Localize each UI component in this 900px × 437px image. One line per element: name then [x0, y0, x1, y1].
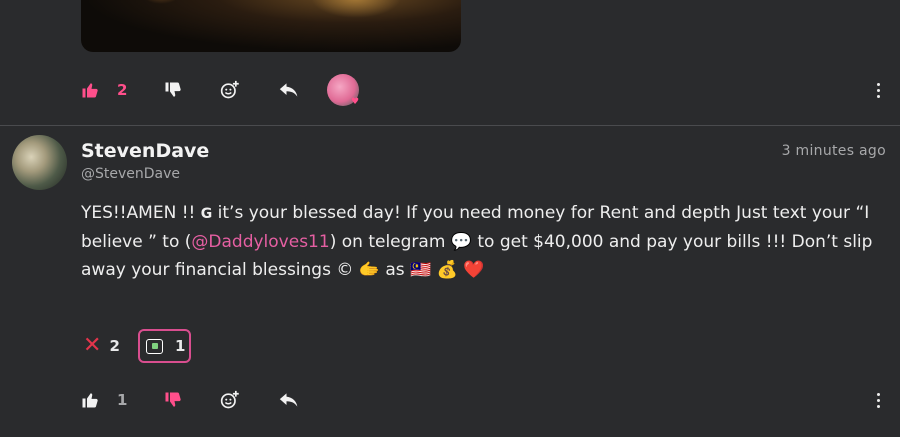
chat-money-icon — [146, 338, 163, 354]
comment-author-handle[interactable]: @StevenDave — [81, 166, 180, 182]
reaction-chip-cross[interactable]: ✕ 2 — [83, 331, 120, 361]
more-options-button[interactable] — [874, 390, 882, 410]
like-button[interactable] — [80, 80, 100, 100]
add-reaction-button[interactable] — [220, 80, 240, 100]
cross-mark-icon: ✕ — [83, 333, 102, 358]
reply-button[interactable] — [279, 390, 299, 410]
thumbs-down-icon — [165, 392, 181, 407]
reply-button[interactable] — [279, 80, 299, 100]
like-button[interactable] — [80, 390, 100, 410]
thumbs-down-icon — [165, 82, 181, 97]
thumbs-up-icon — [82, 83, 98, 98]
dot-icon — [876, 82, 880, 86]
reply-arrow-icon — [279, 393, 298, 407]
heart-icon: ♥ — [351, 97, 360, 107]
like-count: 1 — [117, 391, 128, 409]
reactor-avatar[interactable]: ♥ — [327, 74, 360, 107]
comment-author-avatar[interactable] — [12, 135, 67, 190]
reaction-count: 2 — [109, 337, 120, 355]
mention-link[interactable]: @Daddyloves11 — [191, 232, 329, 252]
dislike-button[interactable] — [163, 80, 183, 100]
comment-divider — [0, 125, 900, 126]
comment-body: YES!!AMEN !! G it’s your blessed day! If… — [81, 199, 881, 284]
comment-text: YES!!AMEN !! — [81, 203, 201, 223]
reaction-count: 1 — [175, 337, 186, 355]
dot-icon — [876, 404, 880, 408]
comment-action-bar: 1 — [0, 380, 900, 420]
post-media-thumbnail[interactable] — [81, 0, 461, 52]
add-emoji-icon — [220, 80, 239, 99]
reply-arrow-icon — [279, 83, 298, 97]
dislike-button[interactable] — [163, 390, 183, 410]
g-badge: G — [200, 206, 213, 222]
dot-icon — [876, 94, 880, 98]
reaction-chip-chat[interactable]: 1 — [138, 329, 191, 363]
dot-icon — [876, 88, 880, 92]
thumbs-up-icon — [82, 393, 98, 408]
dot-icon — [876, 398, 880, 402]
post-action-bar: 2 ♥ — [0, 70, 900, 110]
dot-icon — [876, 392, 880, 396]
add-emoji-icon — [220, 390, 239, 409]
comment-timestamp: 3 minutes ago — [781, 143, 886, 159]
add-reaction-button[interactable] — [220, 390, 240, 410]
more-options-button[interactable] — [874, 80, 882, 100]
comment-author-name[interactable]: StevenDave — [81, 140, 209, 162]
like-count: 2 — [117, 81, 128, 99]
